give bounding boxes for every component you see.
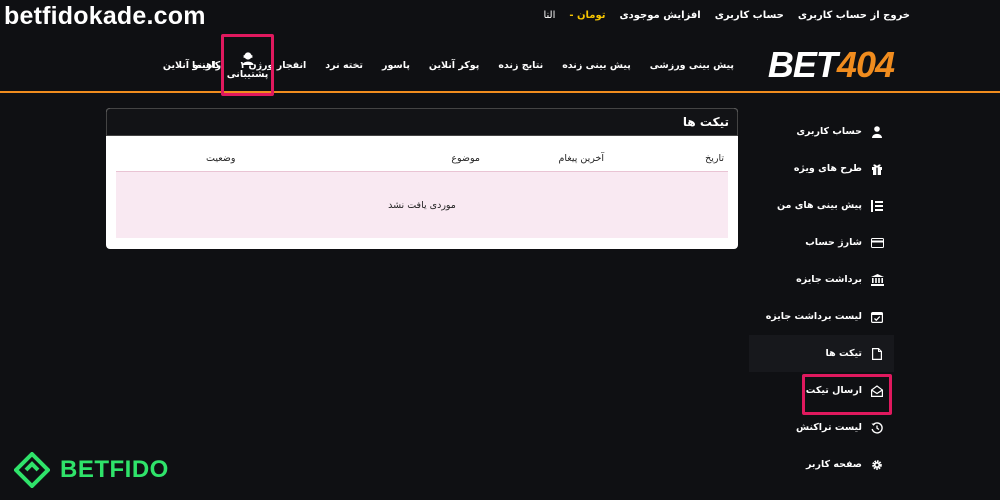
list-icon — [870, 199, 884, 213]
betfido-logo-icon — [14, 452, 50, 488]
col-last-message: آخرین پیغام — [558, 153, 604, 164]
username: النا — [543, 10, 556, 21]
account-sidebar: حساب کاربری طرح های ویژه پیش بینی های من… — [749, 113, 894, 483]
tickets-panel: تیکت ها تاریخ آخرین پیغام موضوع وضعیت مو… — [106, 108, 738, 249]
panel-title: تیکت ها — [106, 108, 738, 136]
balance-display: تومان - — [569, 10, 606, 21]
nav-help[interactable]: راهنما — [192, 60, 221, 71]
sidebar-item-transactions[interactable]: لیست تراکنش — [749, 409, 894, 446]
top-bar: النا تومان - افزایش موجودی حساب کاربری خ… — [543, 10, 910, 21]
sidebar-item-withdraw[interactable]: برداشت جایزه — [749, 261, 894, 298]
gift-icon — [870, 162, 884, 176]
account-link[interactable]: حساب کاربری — [715, 10, 784, 21]
col-date: تاریخ — [705, 153, 724, 164]
nav-support-button[interactable]: پشتیبانی — [221, 34, 274, 96]
nav-backgammon[interactable]: تخته نرد — [325, 60, 363, 71]
history-icon — [870, 421, 884, 435]
card-icon — [870, 236, 884, 250]
betfido-watermark: BETFIDO — [14, 452, 169, 488]
user-icon — [870, 125, 884, 139]
nav-live-results[interactable]: نتایج زنده — [498, 60, 543, 71]
calendar-check-icon — [870, 310, 884, 324]
sidebar-item-send-ticket[interactable]: ارسال تیکت — [749, 372, 894, 415]
nav-live-betting[interactable]: پیش بینی زنده — [562, 60, 631, 71]
sidebar-item-special-plans[interactable]: طرح های ویژه — [749, 150, 894, 187]
sidebar-item-tickets[interactable]: تیکت ها — [749, 335, 894, 372]
watermark-site-url: betfidokade.com — [4, 2, 206, 30]
gear-icon — [870, 458, 884, 472]
sidebar-item-charge-account[interactable]: شارژ حساب — [749, 224, 894, 261]
sidebar-item-user-page[interactable]: صفحه کاربر — [749, 446, 894, 483]
logout-link[interactable]: خروج از حساب کاربری — [798, 10, 910, 21]
empty-row: موردی یافت نشد — [116, 172, 728, 238]
support-agent-icon — [242, 51, 253, 65]
nav-pasur[interactable]: پاسور — [382, 60, 410, 71]
file-icon — [870, 347, 884, 361]
bank-icon — [870, 273, 884, 287]
betfido-wordmark: BETFIDO — [60, 456, 169, 483]
tickets-table: تاریخ آخرین پیغام موضوع وضعیت موردی یافت… — [116, 148, 728, 238]
col-subject: موضوع — [451, 153, 480, 164]
deposit-link[interactable]: افزایش موجودی — [619, 10, 700, 21]
main-navbar: BET404 پیش بینی ورزشی پیش بینی زنده نتای… — [0, 34, 1000, 96]
sidebar-item-account[interactable]: حساب کاربری — [749, 113, 894, 150]
sidebar-item-my-bets[interactable]: پیش بینی های من — [749, 187, 894, 224]
sidebar-item-withdraw-list[interactable]: لیست برداشت جایزه — [749, 298, 894, 335]
col-status: وضعیت — [206, 153, 236, 164]
nav-online-poker[interactable]: پوکر آنلاین — [429, 60, 479, 71]
nav-sports-betting[interactable]: پیش بینی ورزشی — [650, 60, 734, 71]
table-header: تاریخ آخرین پیغام موضوع وضعیت — [116, 148, 728, 172]
bet404-logo[interactable]: BET404 — [768, 44, 895, 86]
support-label: پشتیبانی — [226, 68, 269, 80]
